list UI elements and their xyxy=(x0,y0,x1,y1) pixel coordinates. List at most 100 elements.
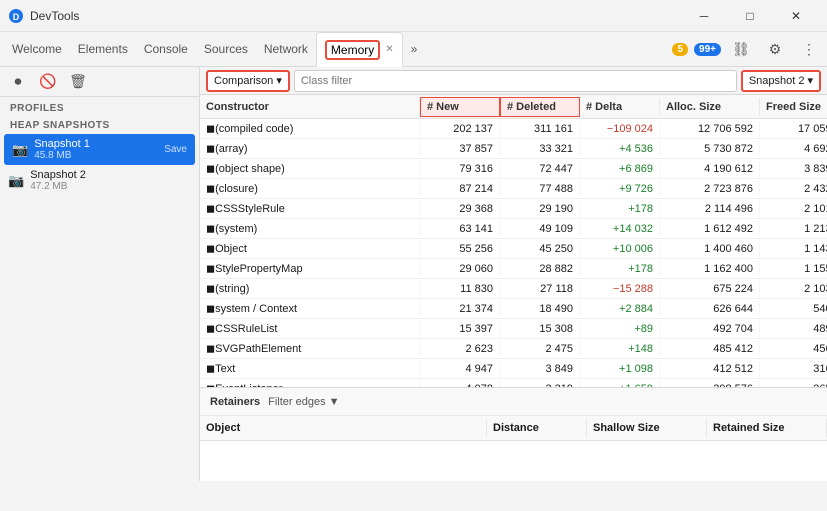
table-row[interactable]: ◼CSSRuleList 15 397 15 308 +89 492 704 4… xyxy=(200,319,827,339)
cell-new: 87 214 xyxy=(420,181,500,197)
col-deleted: # Deleted xyxy=(500,97,580,117)
retainer-col-retained: Retained Size xyxy=(707,419,827,437)
cell-delta: +178 xyxy=(580,201,660,217)
tab-welcome[interactable]: Welcome xyxy=(4,32,70,67)
snapshot-chevron-icon: ▾ xyxy=(807,74,813,87)
cell-freed-size: 1 213 060 xyxy=(760,221,827,237)
cell-freed-size: 4 692 256 xyxy=(760,141,827,157)
cell-delta: +148 xyxy=(580,341,660,357)
cell-constructor: ◼EventListener xyxy=(200,380,420,387)
cell-freed-size: 316 432 xyxy=(760,361,827,377)
snapshot-label-2: Snapshot 2 xyxy=(30,169,86,181)
cell-alloc-size: 412 512 xyxy=(660,361,760,377)
snapshot-item-1[interactable]: 📷 Snapshot 1 45.8 MB Save xyxy=(4,134,195,165)
cell-delta: +10 006 xyxy=(580,241,660,257)
table-row[interactable]: ◼CSSStyleRule 29 368 29 190 +178 2 114 4… xyxy=(200,199,827,219)
close-button[interactable]: ✕ xyxy=(773,0,819,32)
cell-delta: −109 024 xyxy=(580,121,660,137)
snapshot-icon-2: 📷 xyxy=(8,173,24,189)
table-row[interactable]: ◼system / Context 21 374 18 490 +2 884 6… xyxy=(200,299,827,319)
view-mode-dropdown[interactable]: Comparison ▾ xyxy=(206,70,290,92)
cell-deleted: 27 118 xyxy=(500,281,580,297)
snapshot-item-2[interactable]: 📷 Snapshot 2 47.2 MB xyxy=(0,165,199,196)
view-mode-label: Comparison xyxy=(214,75,273,87)
table-body: ◼(compiled code) 202 137 311 161 −109 02… xyxy=(200,119,827,387)
more-options-button[interactable]: ⋮ xyxy=(795,35,823,63)
tab-network[interactable]: Network xyxy=(256,32,316,67)
cell-new: 37 857 xyxy=(420,141,500,157)
tab-console[interactable]: Console xyxy=(136,32,196,67)
cell-constructor: ◼Text xyxy=(200,360,420,377)
minimize-button[interactable]: ─ xyxy=(681,0,727,32)
table-row[interactable]: ◼EventListener 4 978 3 319 +1 659 398 57… xyxy=(200,379,827,387)
save-snapshot-button-1[interactable]: Save xyxy=(164,144,187,155)
cell-delta: +4 536 xyxy=(580,141,660,157)
tab-bar: Welcome Elements Console Sources Network… xyxy=(0,32,827,67)
cell-deleted: 33 321 xyxy=(500,141,580,157)
view-mode-chevron-icon: ▾ xyxy=(276,74,282,87)
snapshot-size-1: 45.8 MB xyxy=(34,150,90,161)
cell-constructor: ◼CSSRuleList xyxy=(200,320,420,337)
retainer-col-object: Object xyxy=(200,419,487,437)
filter-edges-button[interactable]: Filter edges ▼ xyxy=(268,396,339,408)
tab-memory-close-icon[interactable]: ✕ xyxy=(385,44,393,55)
cell-alloc-size: 12 706 592 xyxy=(660,121,760,137)
cell-new: 11 830 xyxy=(420,281,500,297)
cell-freed-size: 2 432 228 xyxy=(760,181,827,197)
tab-elements[interactable]: Elements xyxy=(70,32,136,67)
retainers-tab[interactable]: Retainers xyxy=(210,396,260,408)
cell-alloc-size: 1 162 400 xyxy=(660,261,760,277)
cell-freed-size: 540 968 xyxy=(760,301,827,317)
svg-text:D: D xyxy=(13,12,20,22)
tab-overflow-button[interactable]: » xyxy=(403,32,426,67)
class-filter-input[interactable] xyxy=(294,70,737,92)
cell-constructor: ◼(object shape) xyxy=(200,160,420,177)
table-row[interactable]: ◼StylePropertyMap 29 060 28 882 +178 1 1… xyxy=(200,259,827,279)
cell-new: 79 316 xyxy=(420,161,500,177)
upper-table: Constructor # New # Deleted # Delta Allo… xyxy=(200,95,827,387)
cell-freed-size: 2 103 572 xyxy=(760,281,827,297)
heap-snapshots-title: HEAP SNAPSHOTS xyxy=(0,117,199,134)
cell-constructor: ◼Object xyxy=(200,240,420,257)
table-row[interactable]: ◼(compiled code) 202 137 311 161 −109 02… xyxy=(200,119,827,139)
cell-new: 15 397 xyxy=(420,321,500,337)
table-row[interactable]: ◼(system) 63 141 49 109 +14 032 1 612 49… xyxy=(200,219,827,239)
cell-alloc-size: 4 190 612 xyxy=(660,161,760,177)
retainer-col-shallow: Shallow Size xyxy=(587,419,707,437)
table-row[interactable]: ◼(closure) 87 214 77 488 +9 726 2 723 87… xyxy=(200,179,827,199)
maximize-button[interactable]: □ xyxy=(727,0,773,32)
cell-deleted: 49 109 xyxy=(500,221,580,237)
cell-delta: −15 288 xyxy=(580,281,660,297)
cell-freed-size: 17 059 548 xyxy=(760,121,827,137)
table-row[interactable]: ◼(object shape) 79 316 72 447 +6 869 4 1… xyxy=(200,159,827,179)
info-badge: 99+ xyxy=(694,43,721,56)
cell-alloc-size: 2 723 876 xyxy=(660,181,760,197)
clear-button[interactable]: 🗑 xyxy=(66,70,90,94)
cell-delta: +2 884 xyxy=(580,301,660,317)
tab-memory[interactable]: Memory ✕ xyxy=(316,32,403,67)
cell-deleted: 45 250 xyxy=(500,241,580,257)
cell-constructor: ◼(system) xyxy=(200,220,420,237)
cell-freed-size: 1 155 280 xyxy=(760,261,827,277)
cell-constructor: ◼(compiled code) xyxy=(200,120,420,137)
table-row[interactable]: ◼Object 55 256 45 250 +10 006 1 400 460 … xyxy=(200,239,827,259)
stop-button[interactable]: 🚫 xyxy=(36,70,60,94)
table-row[interactable]: ◼(array) 37 857 33 321 +4 536 5 730 872 … xyxy=(200,139,827,159)
content-pane: Comparison ▾ Snapshot 2 ▾ Constructor # … xyxy=(200,67,827,481)
table-row[interactable]: ◼Text 4 947 3 849 +1 098 412 512 316 432… xyxy=(200,359,827,379)
table-row[interactable]: ◼(string) 11 830 27 118 −15 288 675 224 … xyxy=(200,279,827,299)
cell-new: 55 256 xyxy=(420,241,500,257)
cell-delta: +89 xyxy=(580,321,660,337)
remote-debug-button[interactable]: ⛓ xyxy=(727,35,755,63)
main-area: ⏺ 🚫 🗑 Profiles HEAP SNAPSHOTS 📷 Snapshot… xyxy=(0,67,827,481)
snapshot-dropdown[interactable]: Snapshot 2 ▾ xyxy=(741,70,821,92)
cell-delta: +178 xyxy=(580,261,660,277)
tab-sources[interactable]: Sources xyxy=(196,32,256,67)
cell-freed-size: 1 143 824 xyxy=(760,241,827,257)
heap-toolbar: Comparison ▾ Snapshot 2 ▾ xyxy=(200,67,827,95)
cell-new: 2 623 xyxy=(420,341,500,357)
cell-new: 29 060 xyxy=(420,261,500,277)
record-button[interactable]: ⏺ xyxy=(6,70,30,94)
settings-button[interactable]: ⚙ xyxy=(761,35,789,63)
table-row[interactable]: ◼SVGPathElement 2 623 2 475 +148 485 412… xyxy=(200,339,827,359)
